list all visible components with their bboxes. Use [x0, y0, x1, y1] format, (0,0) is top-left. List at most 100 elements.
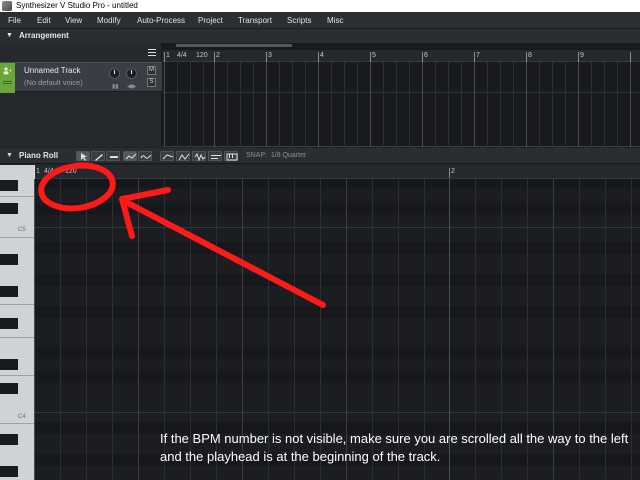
curve-icon: [125, 153, 137, 160]
arrangement-header[interactable]: ▼ Arrangement: [0, 29, 640, 43]
grid-line: [487, 62, 488, 147]
show-param-button[interactable]: [176, 151, 190, 161]
black-key[interactable]: [0, 383, 18, 394]
ruler-tick: [422, 52, 423, 62]
menu-file[interactable]: File: [8, 12, 21, 29]
show-keyboard-button[interactable]: [224, 151, 238, 161]
grid-line: [474, 62, 475, 147]
solo-button[interactable]: S: [147, 78, 156, 87]
key-divider: [0, 196, 34, 197]
grid-row: [34, 179, 640, 188]
grid-line: [500, 62, 501, 147]
ruler-bar-7: 7: [476, 52, 480, 59]
waveform-icon: [194, 153, 206, 161]
ruler-bar-6: 6: [424, 52, 428, 59]
ruler-bar-4: 4: [320, 52, 324, 59]
grid-line: [253, 62, 254, 147]
pitch-line-icon: [162, 154, 174, 160]
pitch-pen-tool-button[interactable]: [138, 151, 152, 161]
ruler-tick: [266, 52, 267, 62]
grid-line: [396, 62, 397, 147]
grid-line: [279, 62, 280, 147]
grid-line: [578, 62, 579, 147]
key-divider: [0, 237, 34, 238]
black-key[interactable]: [0, 180, 18, 191]
menu-view[interactable]: View: [65, 12, 82, 29]
pointer-icon: [81, 153, 87, 161]
show-waveform-button[interactable]: [192, 151, 206, 161]
menu-auto-process[interactable]: Auto-Process: [137, 12, 185, 29]
menu-project[interactable]: Project: [198, 12, 223, 29]
playhead[interactable]: [34, 165, 35, 179]
ruler-tick: [318, 52, 319, 62]
piano-roll-title: Piano Roll: [19, 151, 59, 160]
black-key[interactable]: [0, 318, 18, 329]
grid-line: [162, 92, 640, 93]
grid-line: [177, 62, 178, 147]
black-key[interactable]: [0, 254, 18, 265]
pan-knob[interactable]: [126, 68, 137, 79]
ruler-tempo: 120: [196, 52, 208, 59]
black-key[interactable]: [0, 466, 18, 477]
chevron-down-icon[interactable]: ▼: [6, 29, 13, 43]
grid-line: [526, 62, 527, 147]
show-pitch-button[interactable]: [160, 151, 174, 161]
ruler-bar-3: 3: [268, 52, 272, 59]
octave-line: [34, 412, 640, 413]
grid-line: [539, 62, 540, 147]
key-label-c4: C4: [18, 414, 26, 420]
chevron-down-icon[interactable]: ▼: [6, 148, 13, 164]
param-curve-icon: [178, 153, 190, 161]
track-color-strip[interactable]: [0, 63, 15, 93]
pitch-curve-tool-button[interactable]: [123, 151, 137, 161]
menu-icon[interactable]: [148, 49, 156, 56]
grid-line: [604, 62, 605, 147]
black-key[interactable]: [0, 203, 18, 214]
key-divider: [0, 423, 34, 424]
menu-misc[interactable]: Misc: [327, 12, 343, 29]
pen-tool-button[interactable]: [91, 151, 105, 161]
grid-line: [357, 62, 358, 147]
ruler-tick: [449, 168, 450, 178]
black-key[interactable]: [0, 286, 18, 297]
black-key[interactable]: [0, 359, 18, 370]
arrangement-ruler[interactable]: 1 4/4 120 2 3 4 5 6 7 8 9: [162, 50, 640, 62]
ruler-bar-2: 2: [216, 52, 220, 59]
track-name[interactable]: Unnamed Track: [24, 66, 80, 75]
grid-line: [344, 62, 345, 147]
grid-line: [164, 62, 165, 147]
arrangement-scrollbar[interactable]: [176, 44, 292, 47]
wave-icon: [140, 154, 152, 159]
black-key[interactable]: [0, 434, 18, 445]
menu-scripts[interactable]: Scripts: [287, 12, 311, 29]
grid-line: [240, 62, 241, 147]
menu-transport[interactable]: Transport: [238, 12, 272, 29]
grid-line: [331, 62, 332, 147]
ruler-tick: [370, 52, 371, 62]
pen-icon: [95, 154, 103, 161]
menu-edit[interactable]: Edit: [37, 12, 51, 29]
grid-line: [86, 179, 87, 480]
arrangement-grid[interactable]: [162, 62, 640, 147]
grid-line: [448, 62, 449, 147]
menu-modify[interactable]: Modify: [97, 12, 121, 29]
key-divider: [0, 337, 34, 338]
grid-line: [461, 62, 462, 147]
grid-line: [34, 179, 35, 480]
mute-button[interactable]: M: [147, 66, 156, 75]
pointer-tool-button[interactable]: [76, 151, 90, 161]
grid-line: [383, 62, 384, 147]
piano-keyboard[interactable]: C5 C4: [0, 165, 34, 480]
piano-roll-ruler[interactable]: 1 4/4 120 2: [34, 165, 640, 179]
snap-setting[interactable]: SNAP: 1/8 Quarter: [246, 148, 306, 164]
annotation-caption: If the BPM number is not visible, make s…: [160, 431, 629, 464]
grid-line: [214, 62, 215, 147]
grid-line: [112, 179, 113, 480]
show-lyrics-button[interactable]: [208, 151, 222, 161]
gain-knob[interactable]: [109, 68, 120, 79]
snap-value[interactable]: 1/8 Quarter: [271, 152, 306, 159]
track-row[interactable]: Unnamed Track (No default voice) ▮▮ ◀▶ M…: [0, 62, 162, 93]
arrangement-timeline[interactable]: 1 4/4 120 2 3 4 5 6 7 8 9: [162, 43, 640, 147]
knife-icon: [110, 156, 118, 158]
knife-tool-button[interactable]: [106, 151, 120, 161]
